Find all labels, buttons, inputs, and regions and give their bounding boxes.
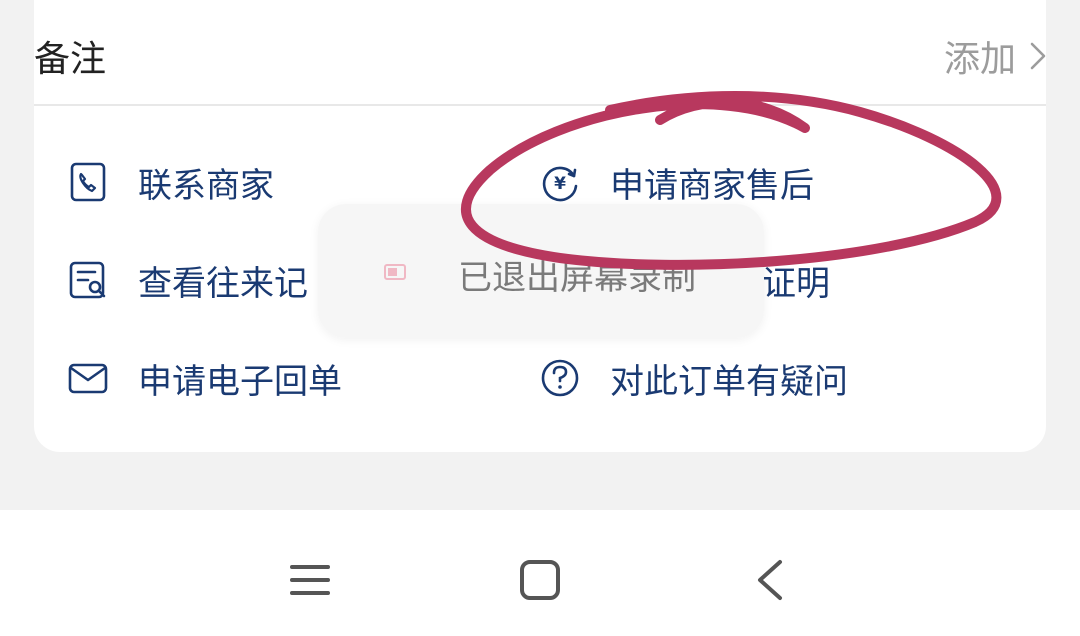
view-records-label: 查看往来记 <box>138 263 308 304</box>
note-label: 备注 <box>34 39 107 80</box>
back-icon[interactable] <box>740 550 800 610</box>
apply-after-sales-label: 申请商家售后 <box>610 165 814 206</box>
apply-after-sales-button[interactable]: ¥ 申请商家售后 <box>540 152 814 212</box>
system-nav-bar <box>0 510 1080 636</box>
menu-icon[interactable] <box>280 550 340 610</box>
yuan-refresh-icon: ¥ <box>540 162 580 202</box>
chevron-right-icon <box>1030 42 1046 70</box>
certificate-label: 证明 <box>762 263 830 304</box>
screen-record-toast: 已退出屏幕录制 <box>318 204 764 338</box>
certificate-button[interactable]: 证明 <box>762 250 830 310</box>
note-add-button[interactable]: 添加 <box>944 30 1046 82</box>
toast-text: 已退出屏幕录制 <box>458 258 696 298</box>
envelope-icon <box>68 358 108 398</box>
home-icon[interactable] <box>510 550 570 610</box>
contact-merchant-button[interactable]: 联系商家 <box>68 152 274 212</box>
phone-card-icon <box>68 162 108 202</box>
note-row[interactable]: 备注 添加 <box>34 0 1046 106</box>
question-circle-icon <box>540 358 580 398</box>
apply-e-receipt-label: 申请电子回单 <box>138 361 342 402</box>
screen-record-icon <box>384 264 406 280</box>
apply-e-receipt-button[interactable]: 申请电子回单 <box>68 348 342 408</box>
view-records-button[interactable]: 查看往来记 <box>68 250 308 310</box>
order-question-label: 对此订单有疑问 <box>610 361 848 402</box>
svg-text:¥: ¥ <box>554 174 566 194</box>
order-question-button[interactable]: 对此订单有疑问 <box>540 348 848 408</box>
note-add-label: 添加 <box>943 39 1016 80</box>
contact-merchant-label: 联系商家 <box>138 165 274 206</box>
records-search-icon <box>68 260 108 300</box>
